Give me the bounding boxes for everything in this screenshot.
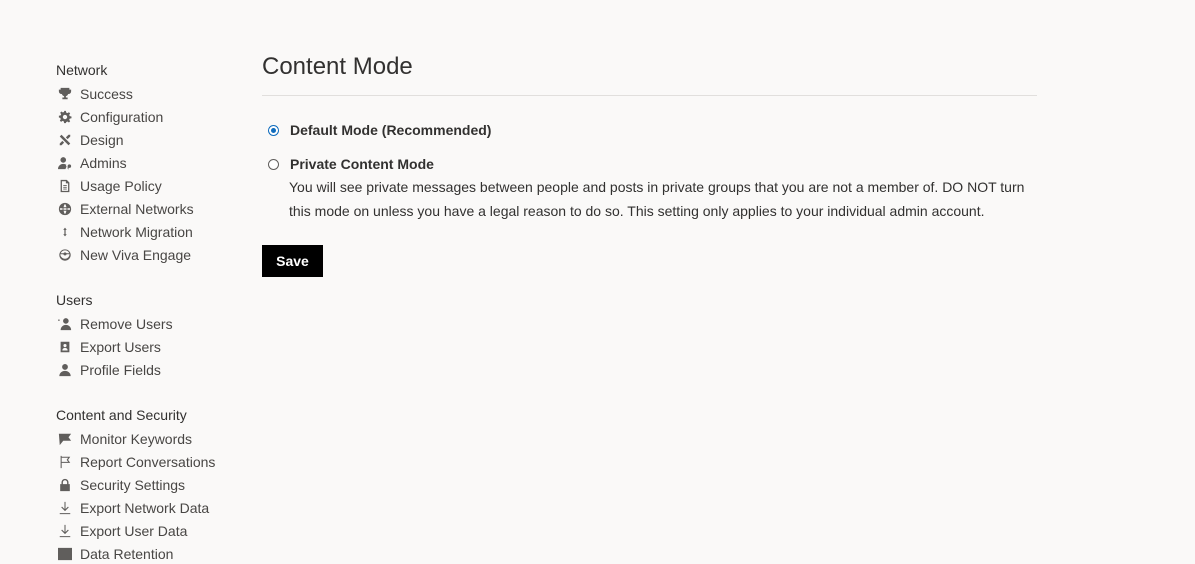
arrows-vertical-icon — [57, 224, 73, 240]
design-icon — [57, 132, 73, 148]
sidebar-item-data-retention[interactable]: Data Retention — [56, 544, 173, 564]
section-title-network: Network — [56, 62, 108, 78]
sidebar-item-label: External Networks — [80, 201, 194, 217]
sidebar-item-profile-fields[interactable]: Profile Fields — [56, 360, 161, 380]
sidebar-item-label: New Viva Engage — [80, 247, 192, 263]
sidebar-item-label: Design — [80, 132, 124, 148]
section-title-content-and-security: Content and Security — [56, 407, 187, 423]
sidebar-item-security-settings[interactable]: Security Settings — [56, 475, 185, 495]
sidebar-item-label: Report Conversations — [80, 454, 216, 470]
sidebar-item-external-networks[interactable]: External Networks — [56, 199, 194, 219]
sidebar-item-report-conversations[interactable]: Report Conversations — [56, 452, 215, 472]
export-users-icon — [57, 339, 73, 355]
sidebar-item-label: Export Network Data — [80, 500, 210, 516]
title-divider — [262, 95, 1037, 96]
sidebar-item-usage-policy[interactable]: Usage Policy — [56, 176, 162, 196]
sidebar-item-network-migration[interactable]: Network Migration — [56, 222, 193, 242]
sidebar-item-configuration[interactable]: Configuration — [56, 107, 163, 127]
sidebar-item-export-user-data[interactable]: Export User Data — [56, 521, 187, 541]
sidebar-item-label: Data Retention — [80, 546, 174, 562]
person-icon — [57, 362, 73, 378]
sidebar-item-label: Export User Data — [80, 523, 188, 539]
data-retention-icon — [57, 546, 73, 562]
option-private-content-mode[interactable]: Private Content Mode — [268, 156, 434, 172]
sidebar-item-label: Admins — [80, 155, 127, 171]
private-content-mode-radio[interactable] — [268, 158, 279, 170]
sidebar-item-remove-users[interactable]: Remove Users — [56, 314, 173, 334]
sidebar-item-export-users[interactable]: Export Users — [56, 337, 161, 357]
document-icon — [57, 178, 73, 194]
viva-engage-icon — [57, 247, 73, 263]
section-title-users: Users — [56, 292, 93, 308]
globe-icon — [57, 201, 73, 217]
sidebar-item-export-network-data[interactable]: Export Network Data — [56, 498, 209, 518]
download-icon — [57, 523, 73, 539]
flag-filled-icon — [57, 431, 73, 447]
default-mode-radio[interactable] — [268, 124, 279, 136]
flag-outline-icon — [57, 454, 73, 470]
sidebar-item-admins[interactable]: Admins — [56, 153, 127, 173]
remove-user-icon — [57, 316, 73, 332]
sidebar-item-label: Configuration — [80, 109, 164, 125]
page-title: Content Mode — [262, 53, 413, 80]
sidebar-item-new-viva-engage[interactable]: New Viva Engage — [56, 245, 191, 265]
admin-user-icon — [57, 155, 73, 171]
sidebar-item-label: Success — [80, 86, 133, 102]
sidebar-item-label: Usage Policy — [80, 178, 162, 194]
option-default-mode[interactable]: Default Mode (Recommended) — [268, 122, 491, 138]
sidebar-item-label: Export Users — [80, 339, 161, 355]
default-mode-label[interactable]: Default Mode (Recommended) — [290, 122, 491, 138]
sidebar-item-label: Remove Users — [80, 316, 173, 332]
gear-icon — [57, 109, 73, 125]
download-icon — [57, 500, 73, 516]
sidebar-item-label: Network Migration — [80, 224, 193, 240]
sidebar-item-label: Monitor Keywords — [80, 431, 193, 447]
sidebar-item-design[interactable]: Design — [56, 130, 124, 150]
sidebar-item-success[interactable]: Success — [56, 84, 133, 104]
sidebar-item-monitor-keywords[interactable]: Monitor Keywords — [56, 429, 192, 449]
private-content-mode-label[interactable]: Private Content Mode — [290, 156, 434, 172]
trophy-icon — [57, 86, 73, 102]
save-button[interactable]: Save — [262, 245, 323, 277]
sidebar-item-label: Profile Fields — [80, 362, 161, 378]
private-content-mode-description: You will see private messages between pe… — [289, 179, 1025, 219]
lock-icon — [57, 477, 73, 493]
sidebar-item-label: Security Settings — [80, 477, 186, 493]
